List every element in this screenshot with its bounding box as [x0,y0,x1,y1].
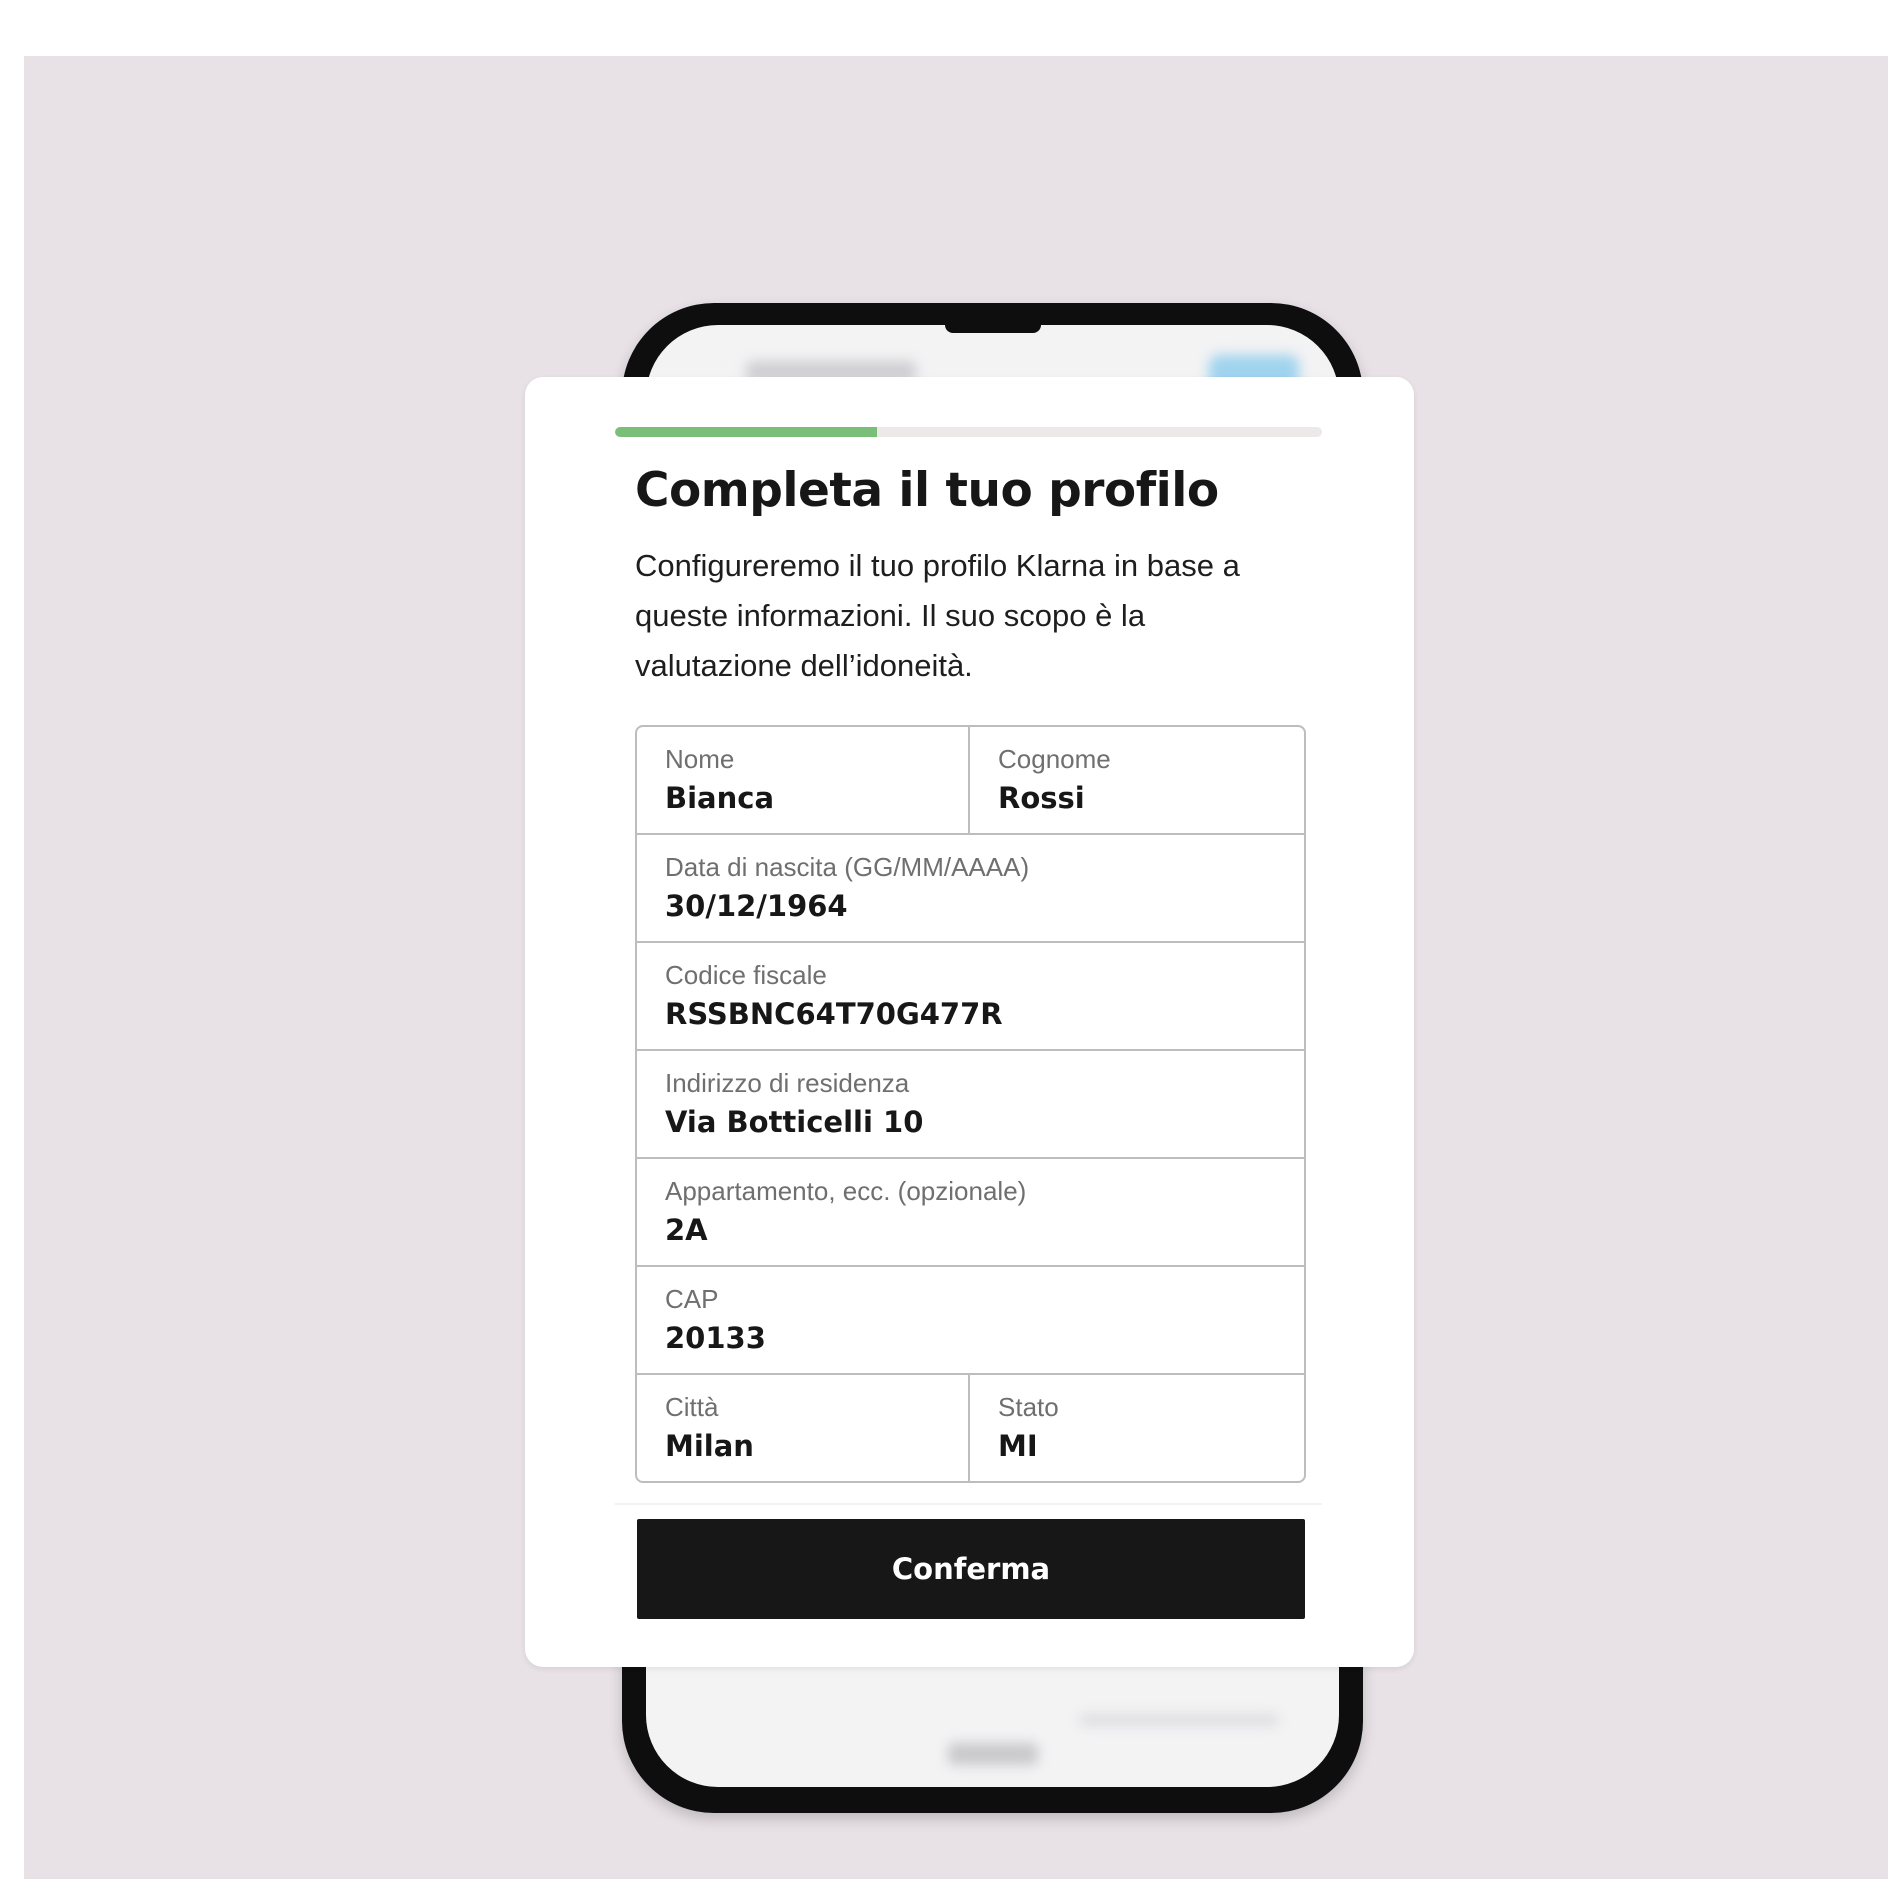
profile-form: Nome Bianca Cognome Rossi Data di nascit… [635,725,1306,1483]
profile-sheet: Completa il tuo profilo Configureremo il… [525,377,1414,1667]
address-value: Via Botticelli 10 [665,1105,924,1139]
blurred-footer-label [947,1743,1038,1765]
postal-code-label: CAP [665,1284,719,1314]
apartment-row: Appartamento, ecc. (opzionale) 2A [637,1159,1304,1267]
address-row: Indirizzo di residenza Via Botticelli 10 [637,1051,1304,1159]
state-field[interactable]: Stato MI [970,1375,1304,1481]
birth-date-row: Data di nascita (GG/MM/AAAA) 30/12/1964 [637,835,1304,943]
progress-bar-fill [615,427,877,437]
birth-date-value: 30/12/1964 [665,889,848,923]
birth-date-label: Data di nascita (GG/MM/AAAA) [665,852,1030,882]
city-state-row: Città Milan Stato MI [637,1375,1304,1481]
name-row: Nome Bianca Cognome Rossi [637,727,1304,835]
postal-code-field[interactable]: CAP 20133 [637,1267,1304,1373]
first-name-field[interactable]: Nome Bianca [637,727,970,833]
footer-divider [615,1503,1322,1505]
address-label: Indirizzo di residenza [665,1068,910,1098]
first-name-value: Bianca [665,781,775,815]
state-label: Stato [998,1392,1059,1422]
apartment-value: 2A [665,1213,708,1247]
phone-notch [944,325,1041,333]
confirm-button[interactable]: Conferma [637,1519,1305,1619]
progress-bar [615,427,1322,437]
last-name-label: Cognome [998,744,1111,774]
apartment-label: Appartamento, ecc. (opzionale) [665,1176,1027,1206]
address-field[interactable]: Indirizzo di residenza Via Botticelli 10 [637,1051,1304,1157]
birth-date-field[interactable]: Data di nascita (GG/MM/AAAA) 30/12/1964 [637,835,1304,941]
last-name-field[interactable]: Cognome Rossi [970,727,1304,833]
tax-code-value: RSSBNC64T70G477R [665,997,1003,1031]
first-name-label: Nome [665,744,735,774]
city-label: Città [665,1392,719,1422]
city-field[interactable]: Città Milan [637,1375,970,1481]
tax-code-field[interactable]: Codice fiscale RSSBNC64T70G477R [637,943,1304,1049]
page-title: Completa il tuo profilo [635,463,1219,518]
postal-code-row: CAP 20133 [637,1267,1304,1375]
city-value: Milan [665,1429,754,1463]
page-description: Configureremo il tuo profilo Klarna in b… [635,548,1240,683]
blurred-footer-text [1079,1715,1279,1725]
apartment-field[interactable]: Appartamento, ecc. (opzionale) 2A [637,1159,1304,1265]
tax-code-row: Codice fiscale RSSBNC64T70G477R [637,943,1304,1051]
postal-code-value: 20133 [665,1321,766,1355]
last-name-value: Rossi [998,781,1085,815]
tax-code-label: Codice fiscale [665,960,827,990]
state-value: MI [998,1429,1038,1463]
